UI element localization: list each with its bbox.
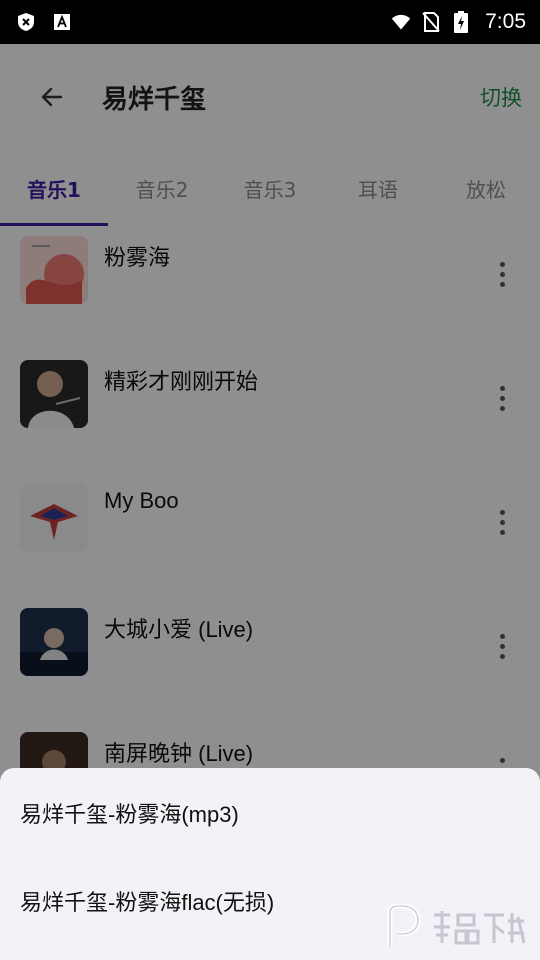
watermark-p-icon — [387, 904, 421, 948]
text-a-icon — [52, 12, 72, 32]
no-sim-icon — [421, 12, 441, 32]
option-mp3[interactable]: 易烊千玺-粉雾海(mp3) — [0, 769, 540, 857]
watermark-logo — [382, 904, 528, 950]
watermark-text-logo — [434, 911, 526, 945]
status-bar: 7:05 — [0, 0, 540, 44]
shield-x-icon — [16, 12, 36, 32]
wifi-icon — [391, 12, 411, 32]
battery-charging-icon — [451, 11, 471, 33]
clock: 7:05 — [485, 10, 526, 33]
